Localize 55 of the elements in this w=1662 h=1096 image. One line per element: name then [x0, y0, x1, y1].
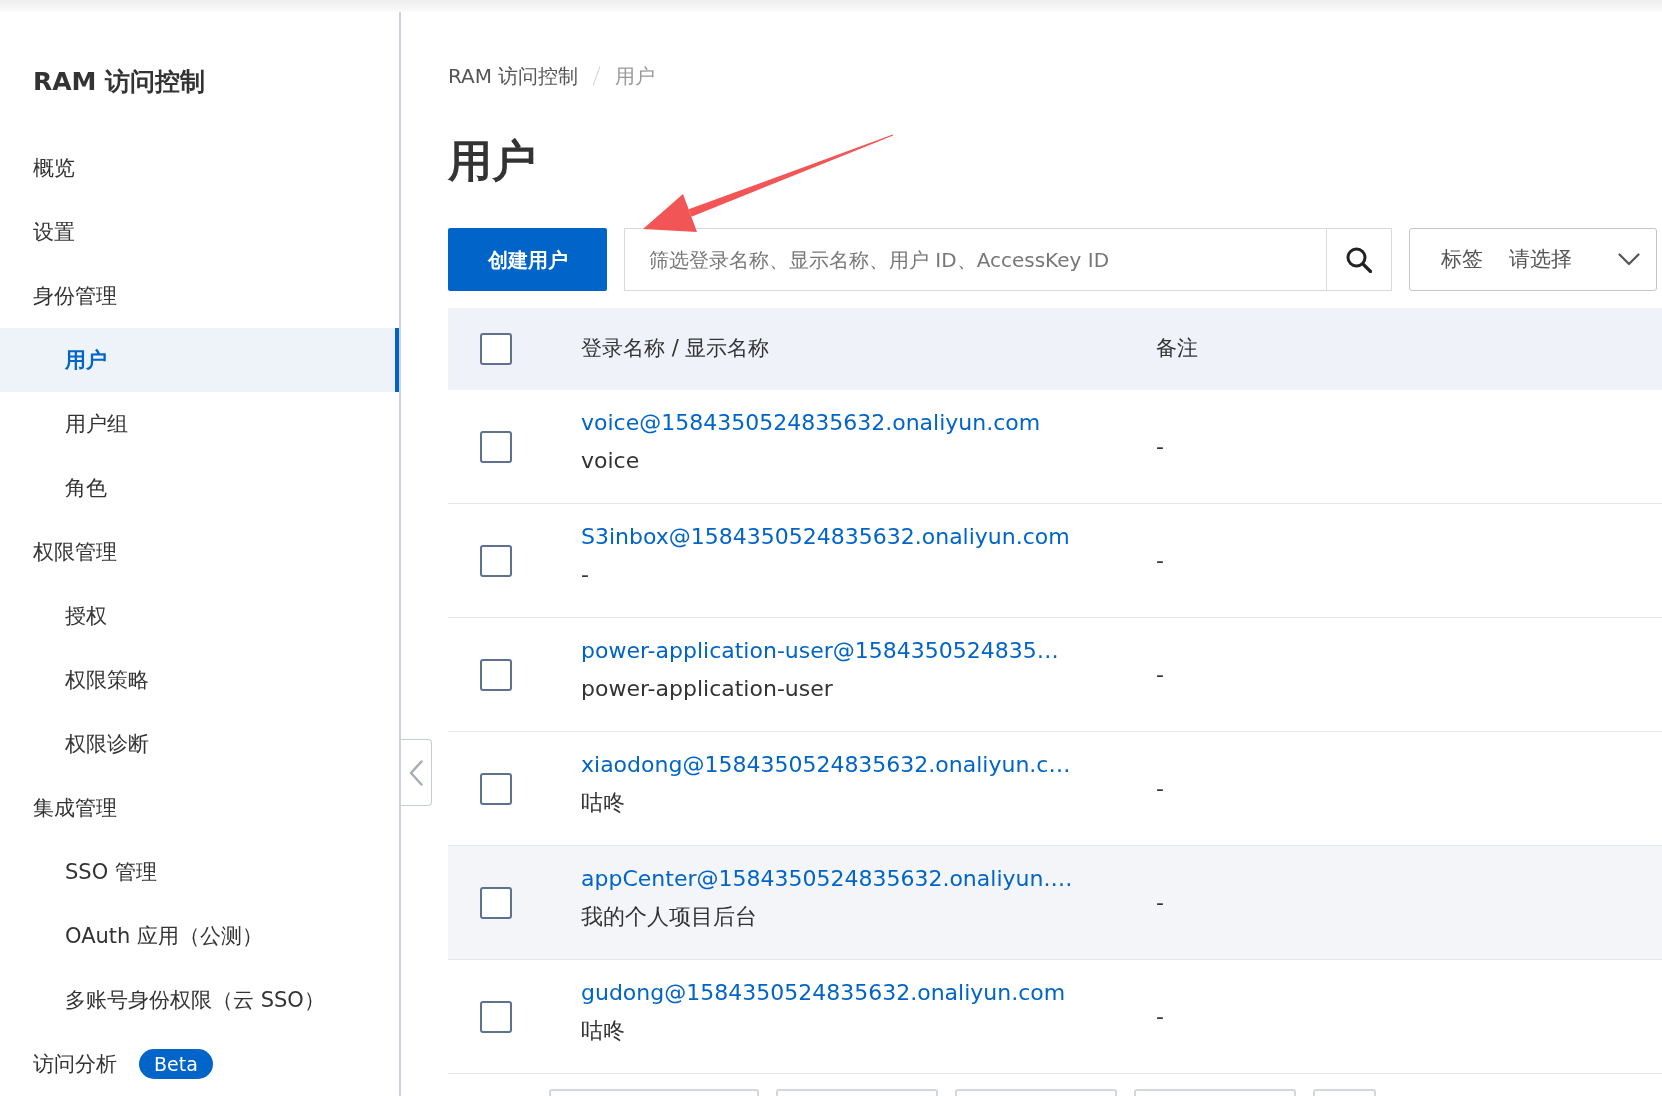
sidebar-item[interactable]: 访问分析: [33, 1049, 117, 1079]
note-text: -: [1156, 1004, 1164, 1029]
note-text: -: [1156, 434, 1164, 459]
sidebar-item[interactable]: 多账号身份权限（云 SSO）: [65, 985, 325, 1015]
search-icon: [1346, 246, 1372, 273]
sidebar-item[interactable]: 用户组: [65, 409, 128, 439]
row-checkbox[interactable]: [480, 430, 512, 463]
user-link[interactable]: appCenter@1584350524835632.onaliyun.…: [581, 860, 1073, 898]
display-name: power-application-user: [581, 675, 833, 703]
create-user-button[interactable]: 创建用户: [448, 228, 607, 291]
note-text: -: [1156, 776, 1164, 801]
display-name: 咕咚: [581, 789, 625, 817]
sidebar-item[interactable]: 身份管理: [33, 281, 117, 311]
sidebar-item[interactable]: SSO 管理: [65, 857, 157, 887]
user-link[interactable]: gudong@1584350524835632.onaliyun.com: [581, 974, 1066, 1012]
tag-filter-select[interactable]: 标签 请选择: [1409, 228, 1657, 291]
user-link[interactable]: xiaodong@1584350524835632.onaliyun.c…: [581, 746, 1071, 784]
note-text: -: [1156, 662, 1164, 687]
row-checkbox[interactable]: [480, 886, 512, 919]
display-name: 咕咚: [581, 1017, 625, 1045]
chevron-left-icon: [409, 759, 423, 786]
row-checkbox[interactable]: [480, 544, 512, 577]
sidebar-item[interactable]: 权限诊断: [65, 729, 149, 759]
search-button[interactable]: [1326, 228, 1392, 291]
column-header: 登录名称 / 显示名称: [581, 336, 770, 361]
sidebar-item[interactable]: 授权: [65, 601, 107, 631]
collapse-handle[interactable]: [401, 739, 432, 806]
app-title: RAM 访问控制: [33, 66, 206, 98]
beta-badge: Beta: [139, 1049, 213, 1079]
breadcrumb-link[interactable]: RAM 访问控制: [448, 61, 579, 91]
sidebar-item[interactable]: 概览: [33, 153, 75, 183]
note-text: -: [1156, 548, 1164, 573]
breadcrumb-current: 用户: [615, 63, 656, 90]
row-checkbox[interactable]: [480, 1000, 512, 1033]
page-title: 用户: [448, 134, 536, 188]
user-link[interactable]: S3inbox@1584350524835632.onaliyun.com: [581, 518, 1070, 556]
row-checkbox[interactable]: [480, 772, 512, 805]
search-field[interactable]: 筛选登录名称、显示名称、用户 ID、AccessKey ID: [624, 228, 1326, 291]
column-header: 备注: [1156, 336, 1198, 361]
user-link[interactable]: voice@1584350524835632.onaliyun.com: [581, 404, 1041, 442]
sidebar-item[interactable]: 权限管理: [33, 537, 117, 567]
sidebar-item[interactable]: 设置: [33, 217, 75, 247]
sidebar-item[interactable]: 用户: [0, 328, 399, 392]
sidebar-item[interactable]: 角色: [65, 473, 107, 503]
display-name: -: [581, 561, 589, 589]
row-checkbox[interactable]: [480, 658, 512, 691]
select-all-checkbox[interactable]: [480, 333, 512, 365]
sidebar-item[interactable]: OAuth 应用（公测）: [65, 921, 264, 951]
note-text: -: [1156, 890, 1164, 915]
sidebar-item[interactable]: 集成管理: [33, 793, 117, 823]
display-name: voice: [581, 447, 640, 475]
display-name: 我的个人项目后台: [581, 903, 757, 931]
sidebar-item[interactable]: 权限策略: [65, 665, 149, 695]
chevron-down-icon: [1618, 253, 1640, 266]
user-link[interactable]: power-application-user@1584350524835…: [581, 632, 1059, 670]
